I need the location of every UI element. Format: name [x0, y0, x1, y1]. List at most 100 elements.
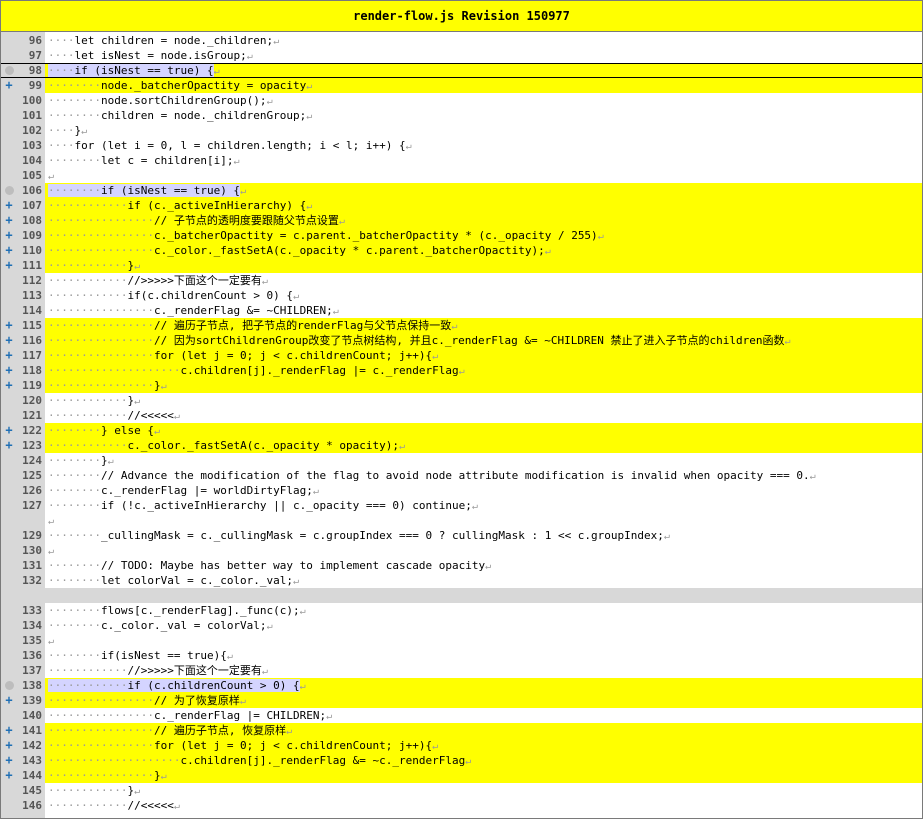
code-line[interactable]: 105 ↵: [1, 168, 922, 183]
code-text: ················c._renderFlag &= ~CHILDR…: [48, 304, 339, 317]
code-line[interactable]: 142 + ················for (let j = 0; j < …: [1, 738, 922, 753]
line-number: 146: [1, 798, 45, 813]
code-line[interactable]: 102 ····}↵: [1, 123, 922, 138]
added-line-plus-icon: +: [5, 198, 13, 212]
line-number: 124: [1, 453, 45, 468]
code-text: ············if(c.childrenCount > 0) {↵: [48, 289, 300, 302]
code-line[interactable]: 127 ········if (!c._activeInHierarchy || …: [1, 498, 922, 513]
code-line[interactable]: 126 ········c._renderFlag |= worldDirtyFl…: [1, 483, 922, 498]
code-text: ········let colorVal = c._color._val;↵: [48, 574, 300, 587]
code-line[interactable]: 138 ············if (c.childrenCount > 0) …: [1, 678, 922, 693]
code-line[interactable]: 96 ····let children = node._children;↵: [1, 33, 922, 48]
code-text: ········// TODO: Maybe has better way to…: [48, 559, 492, 572]
line-number: [1, 513, 45, 528]
line-number: 126: [1, 483, 45, 498]
code-line[interactable]: 136 ········if(isNest == true){↵: [1, 648, 922, 663]
added-line-plus-icon: +: [5, 753, 13, 767]
code-text: ················c._renderFlag |= CHILDRE…: [48, 709, 333, 722]
code-line[interactable]: 131 ········// TODO: Maybe has better way…: [1, 558, 922, 573]
code-line[interactable]: 106 ········if (isNest == true) {↵: [1, 183, 922, 198]
code-line[interactable]: 114 ················c._renderFlag &= ~CHI…: [1, 303, 922, 318]
code-text: ↵: [48, 516, 55, 527]
code-line[interactable]: 135 ↵: [1, 633, 922, 648]
code-text: ········if (!c._activeInHierarchy || c._…: [48, 499, 478, 512]
line-number: 140: [1, 708, 45, 723]
code-line[interactable]: 122 + ········} else {↵: [1, 423, 922, 438]
code-line[interactable]: 132 ········let colorVal = c._color._val;…: [1, 573, 922, 588]
code-line[interactable]: 144 + ················}↵: [1, 768, 922, 783]
code-text: ····if (isNest == true) {↵: [48, 64, 220, 77]
code-line[interactable]: 103 ····for (let i = 0, l = children.leng…: [1, 138, 922, 153]
code-line[interactable]: 146 ············//<<<<<↵: [1, 798, 922, 813]
code-line[interactable]: 109 + ················c._batcherOpactity =…: [1, 228, 922, 243]
added-line-plus-icon: +: [5, 693, 13, 707]
hunk-separator: [1, 588, 922, 603]
code-line[interactable]: 98 ····if (isNest == true) {↵: [1, 63, 922, 78]
code-line[interactable]: 129 ········_cullingMask = c._cullingMask…: [1, 528, 922, 543]
code-line[interactable]: 139 + ················// 为了恢复原样↵: [1, 693, 922, 708]
code-line[interactable]: 133 ········flows[c._renderFlag]._func(c)…: [1, 603, 922, 618]
code-line[interactable]: 118 + ····················c.children[j]._r…: [1, 363, 922, 378]
code-line[interactable]: 130 ↵: [1, 543, 922, 558]
code-text: ············if (c._activeInHierarchy) {↵: [48, 199, 313, 212]
code-line[interactable]: 97 ····let isNest = node.isGroup;↵: [1, 48, 922, 63]
code-text: ············}↵: [48, 259, 141, 272]
code-line[interactable]: 137 ············//>>>>>下面这个一定要有↵: [1, 663, 922, 678]
code-line[interactable]: 115 + ················// 遍历子节点, 把子节点的rende…: [1, 318, 922, 333]
code-text: ↵: [48, 171, 55, 182]
code-text: ············//>>>>>下面这个一定要有↵: [48, 274, 268, 287]
code-line[interactable]: 116 + ················// 因为sortChildrenGro…: [1, 333, 922, 348]
added-line-plus-icon: +: [5, 723, 13, 737]
code-line[interactable]: 134 ········c._color._val = colorVal;↵: [1, 618, 922, 633]
line-number: 120: [1, 393, 45, 408]
code-line[interactable]: 117 + ················for (let j = 0; j < …: [1, 348, 922, 363]
code-text: ················// 因为sortChildrenGroup改变…: [48, 334, 791, 347]
code-text: ········children = node._childrenGroup;↵: [48, 109, 313, 122]
code-line[interactable]: 108 + ················// 子节点的透明度要跟随父节点设置↵: [1, 213, 922, 228]
line-number: 104: [1, 153, 45, 168]
code-text: ········// Advance the modification of t…: [48, 469, 816, 482]
code-line[interactable]: 120 ············}↵: [1, 393, 922, 408]
code-line[interactable]: 113 ············if(c.childrenCount > 0) {…: [1, 288, 922, 303]
code-line[interactable]: 125 ········// Advance the modification o…: [1, 468, 922, 483]
code-line[interactable]: 123 + ············c._color._fastSetA(c._op…: [1, 438, 922, 453]
added-line-plus-icon: +: [5, 768, 13, 782]
code-line[interactable]: 124 ········}↵: [1, 453, 922, 468]
added-line-plus-icon: +: [5, 258, 13, 272]
added-line-plus-icon: +: [5, 378, 13, 392]
code-line[interactable]: 119 + ················}↵: [1, 378, 922, 393]
line-number: 112: [1, 273, 45, 288]
code-line[interactable]: 101 ········children = node._childrenGrou…: [1, 108, 922, 123]
code-line[interactable]: 143 + ····················c.children[j]._r…: [1, 753, 922, 768]
line-number: 135: [1, 633, 45, 648]
code-line[interactable]: 110 + ················c._color._fastSetA(c…: [1, 243, 922, 258]
code-text: ····let isNest = node.isGroup;↵: [48, 49, 253, 62]
code-line[interactable]: 100 ········node.sortChildrenGroup();↵: [1, 93, 922, 108]
added-line-plus-icon: +: [5, 738, 13, 752]
modified-line-circle-icon: [5, 66, 14, 75]
code-text: ················c._color._fastSetA(c._op…: [48, 244, 551, 257]
code-line[interactable]: 121 ············//<<<<<↵: [1, 408, 922, 423]
code-line[interactable]: 107 + ············if (c._activeInHierarchy…: [1, 198, 922, 213]
line-number: 103: [1, 138, 45, 153]
code-line[interactable]: 99 + ········node._batcherOpactity = opaci…: [1, 78, 922, 93]
code-line[interactable]: 112 ············//>>>>>下面这个一定要有↵: [1, 273, 922, 288]
added-line-plus-icon: +: [5, 423, 13, 437]
window-title: render-flow.js Revision 150977: [1, 1, 922, 32]
code-text: ····················c.children[j]._rende…: [48, 364, 465, 377]
code-text: ↵: [48, 546, 55, 557]
code-line[interactable]: ↵: [1, 513, 922, 528]
code-text: ········node._batcherOpactity = opacity↵: [48, 79, 313, 92]
code-text: ············}↵: [48, 394, 141, 407]
code-line[interactable]: 145 ············}↵: [1, 783, 922, 798]
code-line[interactable]: 111 + ············}↵: [1, 258, 922, 273]
code-line[interactable]: 140 ················c._renderFlag |= CHIL…: [1, 708, 922, 723]
added-line-plus-icon: +: [5, 213, 13, 227]
code-text: ········if(isNest == true){↵: [48, 649, 233, 662]
added-line-plus-icon: +: [5, 78, 13, 92]
line-number: 114: [1, 303, 45, 318]
code-line[interactable]: 104 ········let c = children[i];↵: [1, 153, 922, 168]
code-text: ········}↵: [48, 454, 114, 467]
modified-line-circle-icon: [5, 186, 14, 195]
code-line[interactable]: 141 + ················// 遍历子节点, 恢复原样↵: [1, 723, 922, 738]
